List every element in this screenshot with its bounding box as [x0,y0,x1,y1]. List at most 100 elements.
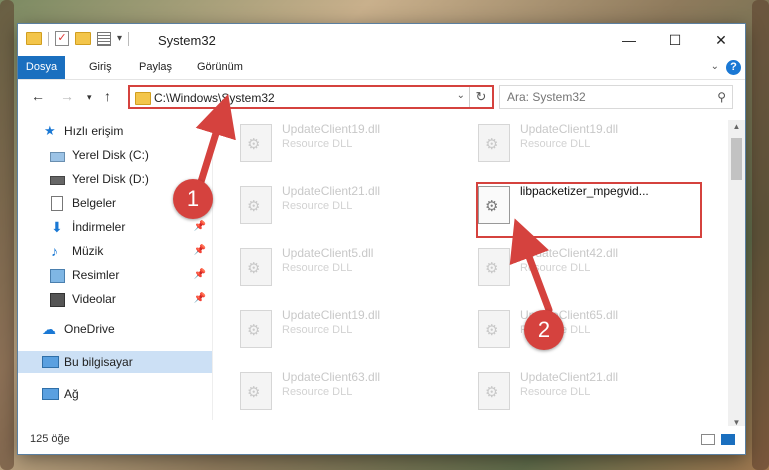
file-name: UpdateClient19.dll [282,122,381,136]
address-text[interactable]: C:\Windows\System32 [154,91,275,105]
expand-ribbon-icon[interactable]: ⌄ [711,61,719,72]
scroll-thumb[interactable] [731,138,742,180]
dll-file-icon [478,248,510,286]
folder-icon [135,92,151,105]
sidebar-item-this-pc[interactable]: Bu bilgisayar [18,351,212,373]
window-title: System32 [158,33,216,48]
file-item[interactable]: UpdateClient63.dll Resource DLL [234,368,454,412]
background-tree [752,0,769,470]
up-arrow-icon[interactable]: ↑ [104,88,111,104]
file-name: UpdateClient42.dll [520,246,619,260]
details-view-icon[interactable] [701,434,715,445]
dll-file-icon [240,372,272,410]
sidebar-item-music[interactable]: ♪ Müzik 📌 [18,240,212,262]
tab-file[interactable]: Dosya [18,56,65,79]
customize-icon[interactable] [97,31,111,46]
tiles-view-icon[interactable] [721,434,735,445]
file-item[interactable]: UpdateClient19.dll Resource DLL [234,306,454,350]
help-icon[interactable]: ? [726,60,741,75]
tab-home[interactable]: Giriş [79,56,122,79]
pin-icon[interactable]: 📌 [194,264,206,286]
file-name: UpdateClient21.dll [282,184,381,198]
drive-icon [50,152,65,162]
minimize-button[interactable]: — [606,24,652,56]
explorer-window: ✓ ▾ System32 — ☐ ✕ Dosya Giriş Paylaş Gö… [18,24,745,454]
back-arrow-icon[interactable]: ← [31,88,45,104]
pin-icon[interactable]: 📌 [194,240,206,262]
file-type: Resource DLL [520,138,591,150]
tab-share[interactable]: Paylaş [129,56,182,79]
pin-icon[interactable]: 📌 [194,216,206,238]
search-icon[interactable]: ⚲ [717,90,726,104]
sidebar-item-pictures[interactable]: Resimler 📌 [18,264,212,286]
separator [128,31,130,46]
sidebar-item-videos[interactable]: Videolar 📌 [18,288,212,310]
maximize-button[interactable]: ☐ [652,24,698,56]
cloud-icon: ☁ [42,321,56,337]
step-badge-2: 2 [524,310,564,350]
file-type: Resource DLL [282,324,353,336]
sidebar-item-label: Belgeler [72,196,117,210]
chevron-down-icon[interactable]: ▾ [117,33,122,44]
file-name: UpdateClient5.dll [282,246,374,260]
address-bar[interactable]: C:\Windows\System32 ⌄ ↻ [128,85,494,109]
navigation-pane: ★ Hızlı erişim Yerel Disk (C:) Yerel Dis… [18,120,212,420]
search-box[interactable]: ⚲ [499,85,733,109]
refresh-icon[interactable]: ↻ [469,87,492,107]
title-bar: ✓ ▾ System32 — ☐ ✕ [18,24,745,56]
sidebar-item-quick-access[interactable]: ★ Hızlı erişim [18,120,212,142]
star-icon: ★ [44,123,56,138]
file-item[interactable]: UpdateClient42.dll Resource DLL [472,244,692,288]
file-type: Resource DLL [282,386,353,398]
vertical-scrollbar[interactable]: ▲ ▼ [728,120,745,430]
file-item[interactable]: UpdateClient19.dll Resource DLL [472,120,692,164]
navigation-bar: ← → ▾ ↑ C:\Windows\System32 ⌄ ↻ ⚲ [18,80,745,114]
sidebar-item-label: Yerel Disk (C:) [72,148,149,162]
chevron-down-icon[interactable]: ⌄ [457,90,465,101]
drive-icon [50,176,65,185]
tab-view[interactable]: Görünüm [187,56,253,79]
sidebar-item-drive-c[interactable]: Yerel Disk (C:) [18,144,212,166]
file-item[interactable]: UpdateClient5.dll Resource DLL [234,244,454,288]
pane-divider[interactable] [212,120,213,420]
quick-access-toolbar: ✓ ▾ [26,31,130,46]
file-item[interactable]: UpdateClient65.dll Resource DLL [472,306,692,350]
dll-file-icon [478,310,510,348]
scroll-up-icon[interactable]: ▲ [728,120,745,134]
pin-icon[interactable]: 📌 [194,288,206,310]
computer-icon [42,356,59,368]
dll-file-icon [240,248,272,286]
folder-icon[interactable] [26,32,42,45]
sidebar-item-network[interactable]: Ağ [18,383,212,405]
file-type: Resource DLL [282,138,353,150]
sidebar-item-onedrive[interactable]: ☁ OneDrive [18,318,212,340]
file-item[interactable]: UpdateClient21.dll Resource DLL [472,368,692,412]
properties-check-icon[interactable]: ✓ [55,31,69,46]
file-name: UpdateClient63.dll [282,370,381,384]
file-item[interactable]: UpdateClient21.dll Resource DLL [234,182,454,226]
item-count: 125 öğe [30,433,70,445]
network-icon [42,388,59,400]
sidebar-item-downloads[interactable]: ⬇ İndirmeler 📌 [18,216,212,238]
background-tree [0,0,14,470]
status-bar: 125 öğe [18,426,745,454]
file-name: UpdateClient21.dll [520,370,619,384]
recent-locations-icon[interactable]: ▾ [87,92,92,103]
dll-file-icon [240,310,272,348]
new-folder-icon[interactable] [75,32,91,45]
file-type: Resource DLL [520,262,591,274]
document-icon [51,196,63,211]
highlight-box [476,182,702,238]
sidebar-item-label: Yerel Disk (D:) [72,172,149,186]
file-name: UpdateClient19.dll [520,122,619,136]
sidebar-item-label: Resimler [72,268,120,282]
search-input[interactable] [505,89,709,105]
file-type: Resource DLL [282,200,353,212]
sidebar-item-label: Hızlı erişim [64,124,124,138]
separator [48,31,49,46]
file-item[interactable]: UpdateClient19.dll Resource DLL [234,120,454,164]
forward-arrow-icon[interactable]: → [60,88,74,104]
ribbon-tabs: Dosya Giriş Paylaş Görünüm ⌄ ? [18,56,745,80]
close-button[interactable]: ✕ [698,24,744,56]
pictures-icon [50,269,65,283]
